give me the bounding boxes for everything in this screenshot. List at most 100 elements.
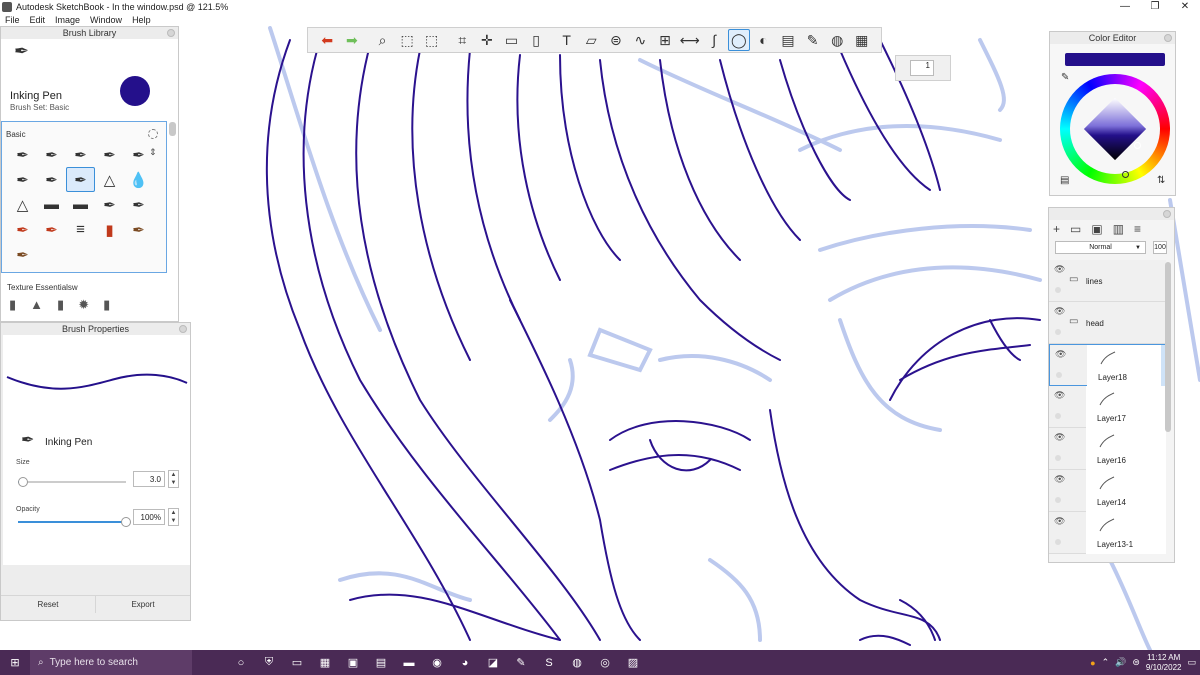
symmetry-icon[interactable]: ⟷ xyxy=(678,29,701,51)
brush-preset-icon[interactable]: ✒ xyxy=(37,167,66,192)
layer-lock-toggle[interactable] xyxy=(1055,287,1061,293)
brush-preset-icon[interactable]: ✒ xyxy=(124,217,153,242)
layer-row[interactable]: 👁 Layer14 xyxy=(1049,470,1166,512)
add-group-icon[interactable]: ▭ xyxy=(1070,222,1081,236)
clear-layer-icon[interactable]: ▥ xyxy=(1113,222,1124,236)
brush-preset-icon[interactable]: ▬ xyxy=(37,192,66,217)
crop-icon[interactable]: ⌗ xyxy=(451,29,474,51)
texture-brush-icon[interactable]: ✹ xyxy=(78,297,89,313)
ruler-icon[interactable]: ▱ xyxy=(580,29,603,51)
color-wheel[interactable] xyxy=(1060,74,1170,184)
brush-preset-icon[interactable]: ✒ xyxy=(8,217,37,242)
panel-close-icon[interactable] xyxy=(167,29,175,37)
image-viewer-icon[interactable]: ▣ xyxy=(339,650,367,675)
reset-button[interactable]: Reset xyxy=(1,596,96,613)
size-slider-knob[interactable] xyxy=(18,477,29,487)
zoom-icon[interactable]: ⌕ xyxy=(371,29,394,51)
windows-start-icon[interactable]: ⊞ xyxy=(0,650,30,675)
hue-marker[interactable] xyxy=(1122,171,1129,178)
notifications-icon[interactable]: ▭ xyxy=(1187,657,1196,668)
texture-brush-icon[interactable]: ▮ xyxy=(9,297,16,313)
visibility-eye-icon[interactable]: 👁 xyxy=(1054,264,1065,275)
color-wheel-icon[interactable]: ◍ xyxy=(826,29,849,51)
distort-icon[interactable]: ▭ xyxy=(500,29,523,51)
taskbar-search[interactable]: ⌕ Type here to search xyxy=(30,650,192,675)
layer-row[interactable]: 👁 Layer13-1 xyxy=(1049,512,1166,554)
brush-preset-icon[interactable]: △ xyxy=(8,192,37,217)
brush-preset-icon[interactable]: ✒ xyxy=(66,142,95,167)
layer-lock-toggle[interactable] xyxy=(1056,372,1062,378)
layer-list-scrollbar[interactable] xyxy=(1165,262,1171,432)
brush-preset-icon[interactable]: ✒ xyxy=(95,192,124,217)
layer-menu-icon[interactable]: ≡ xyxy=(1134,222,1141,236)
french-curve-icon[interactable]: ∿ xyxy=(629,29,652,51)
network-icon[interactable]: ⊜ xyxy=(1132,657,1140,668)
shapes-icon[interactable]: ◐ xyxy=(752,29,775,51)
close-button[interactable]: ✕ xyxy=(1170,0,1200,14)
visibility-eye-icon[interactable]: 👁 xyxy=(1054,432,1065,443)
panel-close-icon[interactable] xyxy=(1164,34,1172,42)
discord-icon[interactable]: ◕ xyxy=(451,650,479,675)
layer-group-row[interactable]: 👁 ▭ head xyxy=(1049,302,1166,344)
select-lasso-icon[interactable]: ⬚ xyxy=(420,29,443,51)
layer-lock-toggle[interactable] xyxy=(1055,539,1061,545)
menu-image[interactable]: Image xyxy=(50,14,85,26)
layer-row[interactable]: 👁 Layer16 xyxy=(1049,428,1166,470)
current-color-bar[interactable] xyxy=(1065,53,1165,66)
color-value-marker[interactable] xyxy=(1134,142,1141,149)
brush-preset-icon[interactable]: ✒ xyxy=(8,167,37,192)
brush-preset-icon[interactable]: △ xyxy=(95,167,124,192)
undo-icon[interactable]: ⬅ xyxy=(316,29,339,51)
brush-preset-icon[interactable]: ✒ xyxy=(37,217,66,242)
brush-preset-icon[interactable]: 💧 xyxy=(124,167,153,192)
saturation-value-picker[interactable] xyxy=(1083,97,1147,161)
menu-window[interactable]: Window xyxy=(85,14,127,26)
menu-help[interactable]: Help xyxy=(127,14,156,26)
layer-row[interactable]: 👁 Layer17 xyxy=(1049,386,1166,428)
eyedropper-icon[interactable]: ✎ xyxy=(1061,72,1069,83)
layer-lock-toggle[interactable] xyxy=(1055,497,1061,503)
brush-preset-icon[interactable]: ✒ xyxy=(66,167,95,192)
export-button[interactable]: Export xyxy=(96,596,190,613)
brush-preset-icon[interactable]: ✒ xyxy=(8,242,37,267)
texture-brush-icon[interactable]: ▮ xyxy=(103,297,110,313)
redo-icon[interactable]: ➡ xyxy=(341,29,364,51)
size-slider[interactable] xyxy=(18,477,126,487)
current-color-swatch[interactable] xyxy=(120,76,150,106)
app-icon[interactable]: ◪ xyxy=(479,650,507,675)
visibility-eye-icon[interactable]: 👁 xyxy=(1054,390,1065,401)
visibility-eye-icon[interactable]: 👁 xyxy=(1054,474,1065,485)
menu-file[interactable]: File xyxy=(0,14,25,26)
counter-field[interactable]: 1 xyxy=(910,60,934,76)
size-value[interactable]: 3.0 xyxy=(133,471,165,487)
texture-brush-icon[interactable]: ▲ xyxy=(30,297,43,313)
text-icon[interactable]: T xyxy=(555,29,578,51)
layers-icon[interactable]: ▦ xyxy=(851,29,874,51)
ellipse-guide-icon[interactable]: ⊜ xyxy=(605,29,628,51)
transform-icon[interactable]: ✛ xyxy=(476,29,499,51)
brush-preset-icon[interactable]: ≡ xyxy=(66,217,95,242)
brush-library-scrollbar[interactable] xyxy=(169,122,176,136)
layer-lock-toggle[interactable] xyxy=(1055,455,1061,461)
chrome-icon[interactable]: ◍ xyxy=(563,650,591,675)
visibility-eye-icon[interactable]: 👁 xyxy=(1054,306,1065,317)
layer-opacity-field[interactable]: 100 xyxy=(1153,241,1167,254)
maximize-button[interactable]: ❐ xyxy=(1140,0,1170,14)
layer-row[interactable]: 👁Layer18⇕🔒 xyxy=(1049,344,1166,387)
predictive-stroke-icon[interactable]: ◯ xyxy=(727,29,751,51)
volume-icon[interactable]: 🔊 xyxy=(1115,657,1126,668)
stroke-icon[interactable]: ∫ xyxy=(703,29,726,51)
chevron-up-icon[interactable]: ⌃ xyxy=(1102,657,1110,668)
brush-preset-icon[interactable]: ✒ xyxy=(37,142,66,167)
texture-brush-icon[interactable]: ▮ xyxy=(57,297,64,313)
color-history-icon[interactable]: ▤ xyxy=(1060,175,1069,186)
layer-group-row[interactable]: 👁 ▭ lines xyxy=(1049,260,1166,302)
layer-lock-toggle[interactable] xyxy=(1055,413,1061,419)
clock[interactable]: 11:12 AM 9/10/2022 xyxy=(1146,653,1182,673)
steam-icon[interactable]: ◉ xyxy=(423,650,451,675)
layer-lock-toggle[interactable] xyxy=(1055,329,1061,335)
panel-close-icon[interactable] xyxy=(179,325,187,333)
add-image-icon[interactable]: ▣ xyxy=(1091,222,1102,236)
calculator-icon[interactable]: ▤ xyxy=(367,650,395,675)
weather-icon[interactable]: ● xyxy=(1090,658,1095,668)
